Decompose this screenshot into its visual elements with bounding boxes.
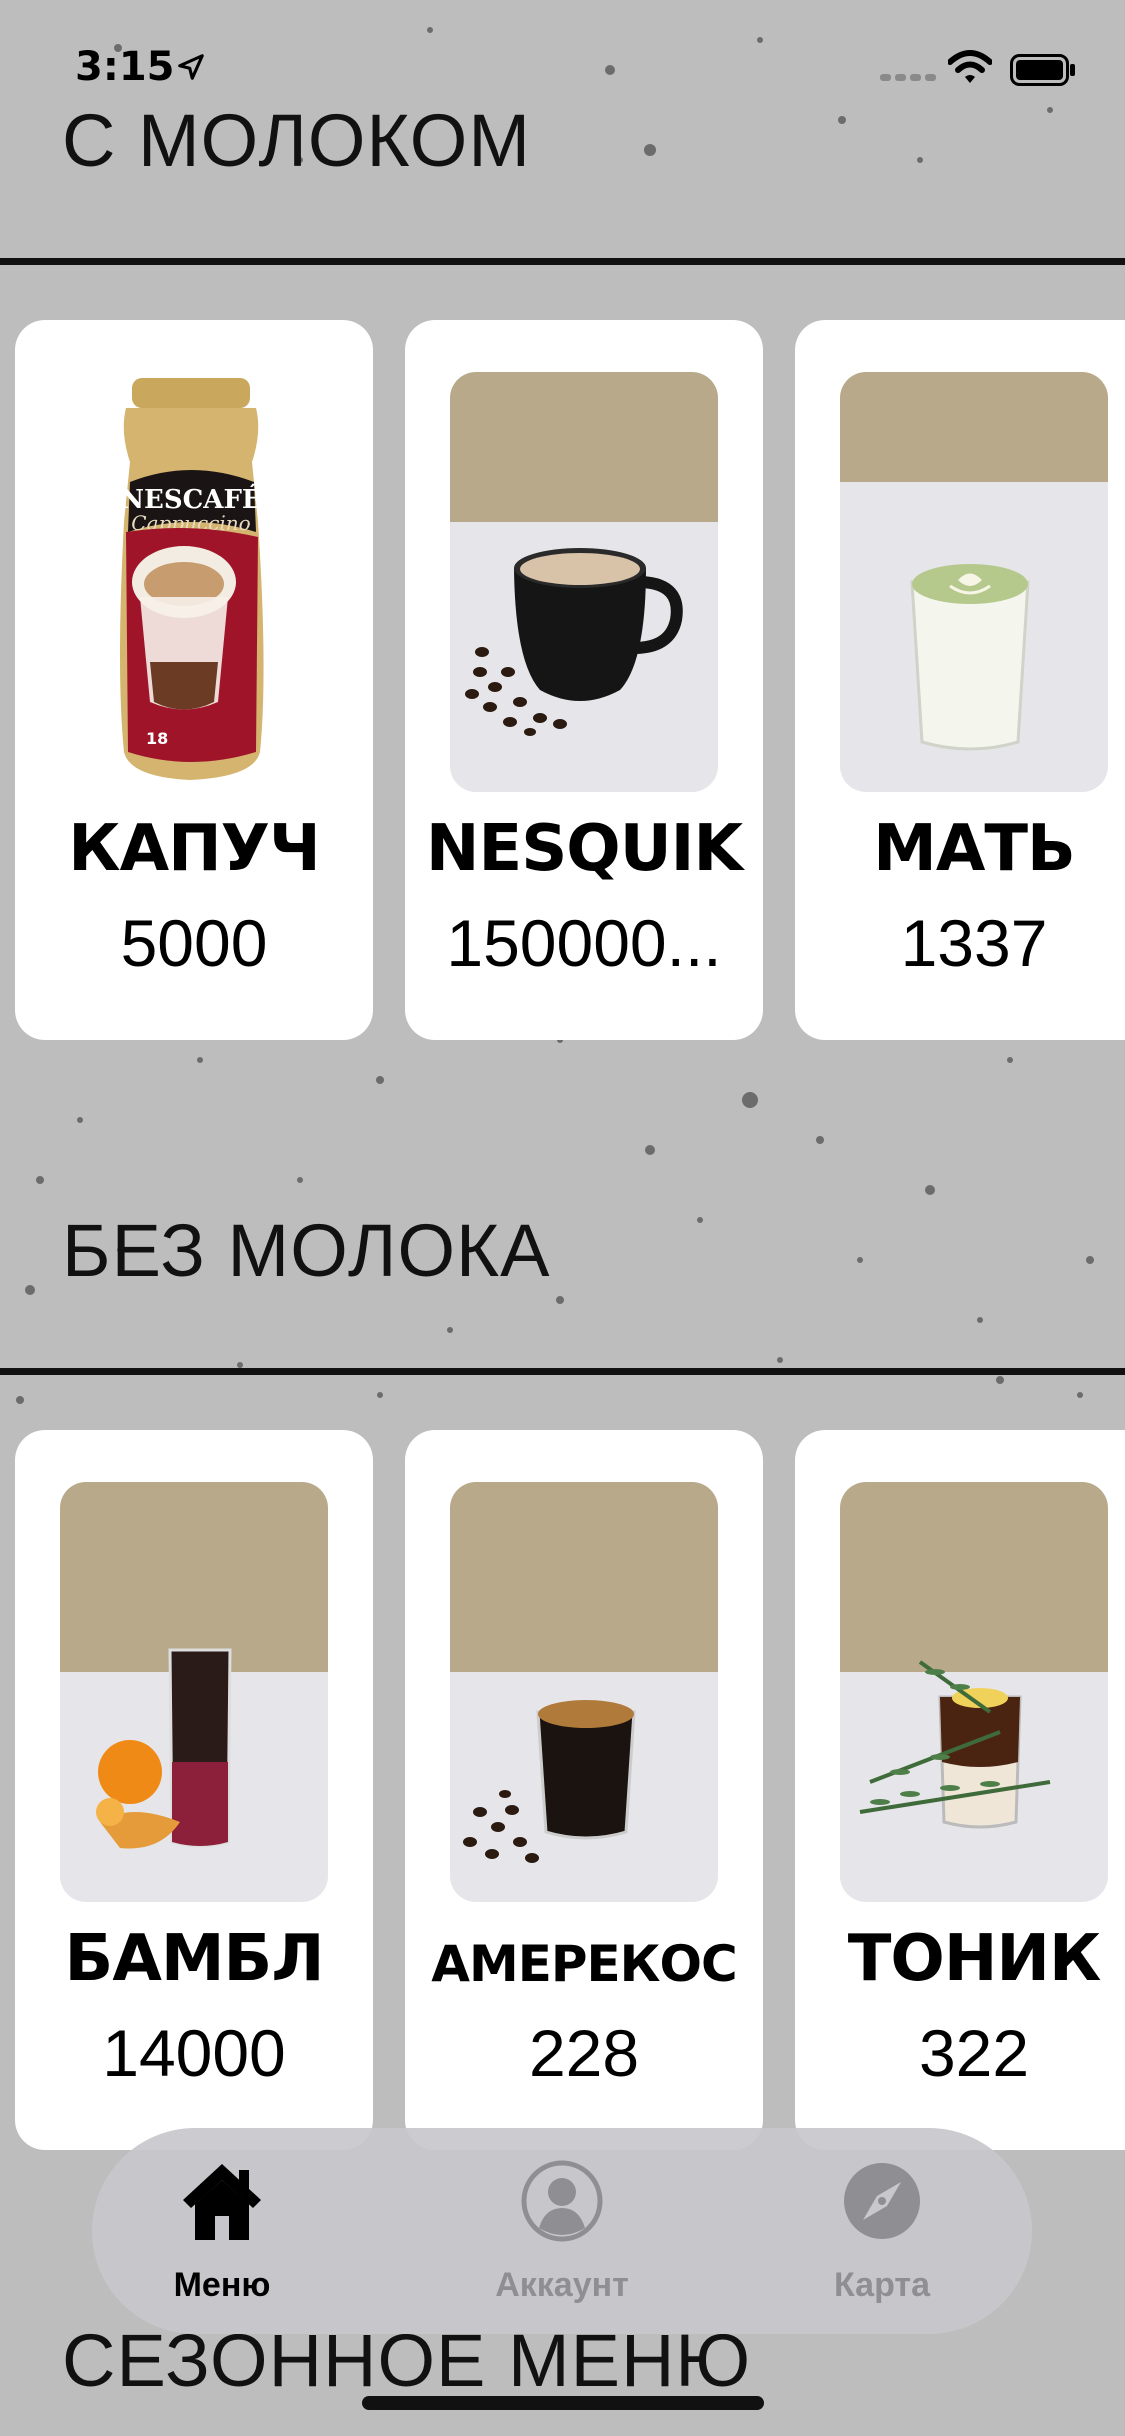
product-image: [60, 1482, 328, 1902]
location-arrow-icon: [178, 54, 204, 80]
product-name: АМЕРЕКОС: [431, 1935, 737, 1993]
product-price: 150000...: [446, 906, 722, 980]
product-name: NESQUIK: [425, 812, 743, 886]
cellular-signal-icon: [880, 74, 936, 81]
tab-map-label: Карта: [834, 2266, 930, 2304]
wifi-icon: [948, 50, 992, 83]
product-image: [450, 1482, 718, 1902]
person-circle-icon: [521, 2160, 603, 2242]
battery-icon: [1010, 54, 1075, 86]
compass-icon: [844, 2163, 920, 2239]
product-image: [840, 372, 1108, 792]
product-price: 228: [528, 2016, 640, 2090]
section-divider: [0, 258, 1125, 265]
svg-text:18: 18: [146, 729, 168, 748]
product-row-without-milk[interactable]: БАМБЛ 14000 АМЕРЕКОС 228 ТОНИК 322: [0, 1430, 1125, 2150]
product-price: 14000: [102, 2016, 286, 2090]
product-card[interactable]: NESCAFÉ Cappuccino 18 КАПУЧ 5000: [15, 320, 373, 1040]
status-time: 3:15: [75, 44, 175, 90]
tab-account[interactable]: Аккаунт: [432, 2128, 692, 2334]
house-icon: [183, 2164, 261, 2240]
product-card[interactable]: NESQUIK 150000...: [405, 320, 763, 1040]
product-card[interactable]: МАТЬ 1337: [795, 320, 1125, 1040]
section-divider: [0, 1368, 1125, 1375]
product-card[interactable]: ТОНИК 322: [795, 1430, 1125, 2150]
product-image: [840, 1482, 1108, 1902]
home-indicator: [362, 2396, 764, 2410]
product-price: 322: [918, 2016, 1030, 2090]
product-name: МАТЬ: [873, 812, 1076, 886]
product-image: NESCAFÉ Cappuccino 18: [60, 372, 328, 792]
product-name: КАПУЧ: [68, 812, 320, 886]
tab-menu-label: Меню: [173, 2266, 271, 2304]
product-price: 1337: [900, 906, 1048, 980]
product-name: ТОНИК: [847, 1922, 1102, 1996]
tab-bar: Меню Аккаунт Карта: [92, 2128, 1032, 2334]
product-image: [450, 372, 718, 792]
section-title-with-milk: С МОЛОКОМ: [62, 99, 531, 182]
product-price: 5000: [120, 906, 268, 980]
tab-map[interactable]: Карта: [752, 2128, 1012, 2334]
tab-account-label: Аккаунт: [495, 2266, 629, 2304]
product-card[interactable]: АМЕРЕКОС 228: [405, 1430, 763, 2150]
section-title-without-milk: БЕЗ МОЛОКА: [62, 1209, 551, 1292]
product-name: БАМБЛ: [64, 1922, 325, 1996]
tab-menu[interactable]: Меню: [92, 2128, 352, 2334]
product-row-with-milk[interactable]: NESCAFÉ Cappuccino 18 КАПУЧ 5000 NESQUIK…: [0, 320, 1125, 1040]
product-card[interactable]: БАМБЛ 14000: [15, 1430, 373, 2150]
